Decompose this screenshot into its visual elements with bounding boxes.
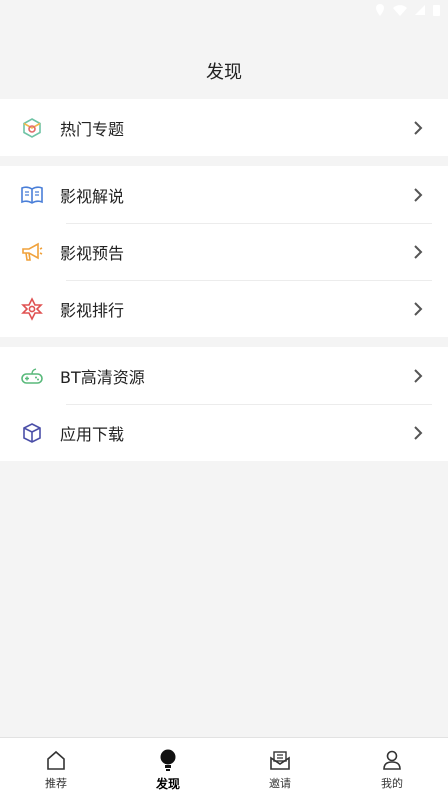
- chevron-right-icon: [406, 240, 430, 264]
- bulb-icon: [155, 747, 181, 773]
- tab-discover[interactable]: 发现: [112, 738, 224, 800]
- book-icon: [20, 183, 44, 207]
- menu-item-rankings[interactable]: 影视排行: [0, 280, 448, 337]
- menu-item-trailers[interactable]: 影视预告: [0, 223, 448, 280]
- wifi-icon: [393, 4, 407, 16]
- group-resources: BT高清资源 应用下载: [0, 347, 448, 461]
- battery-icon: [433, 5, 440, 16]
- tab-label: 我的: [381, 777, 403, 790]
- tab-label: 推荐: [45, 777, 67, 790]
- tab-label: 邀请: [269, 777, 291, 790]
- tab-me[interactable]: 我的: [336, 738, 448, 800]
- status-bar: [0, 0, 448, 24]
- group-video: 影视解说 影视预告 影视排行: [0, 166, 448, 337]
- tab-recommend[interactable]: 推荐: [0, 738, 112, 800]
- megaphone-icon: [20, 240, 44, 264]
- menu-item-app-download[interactable]: 应用下载: [0, 404, 448, 461]
- menu-item-bt-resources[interactable]: BT高清资源: [0, 347, 448, 404]
- star-ranking-icon: [20, 296, 44, 321]
- bottom-tab-bar: 推荐 发现 邀请 我的: [0, 737, 448, 800]
- chevron-right-icon: [406, 297, 430, 321]
- menu-item-label: 影视排行: [60, 300, 125, 320]
- tab-invite[interactable]: 邀请: [224, 738, 336, 800]
- envelope-icon: [267, 747, 293, 773]
- page-header: 发现: [0, 46, 448, 96]
- gamepad-icon: [20, 364, 44, 388]
- chevron-right-icon: [406, 116, 430, 140]
- user-icon: [379, 747, 405, 773]
- location-icon: [376, 4, 384, 16]
- topic-icon: [20, 116, 44, 140]
- box-icon: [20, 421, 44, 445]
- menu-item-label: 影视解说: [60, 186, 125, 206]
- home-icon: [43, 747, 69, 773]
- menu-item-commentary[interactable]: 影视解说: [0, 166, 448, 223]
- tab-label: 发现: [155, 776, 180, 791]
- menu-item-label: 热门专题: [60, 119, 125, 139]
- menu-item-label: 应用下载: [60, 424, 125, 444]
- chevron-right-icon: [406, 364, 430, 388]
- chevron-right-icon: [406, 421, 430, 445]
- menu-item-label: BT高清资源: [60, 367, 145, 387]
- signal-icon: [415, 5, 425, 15]
- chevron-right-icon: [406, 183, 430, 207]
- group-topics: 热门专题: [0, 99, 448, 156]
- menu-item-label: 影视预告: [60, 243, 125, 263]
- menu-item-hot-topics[interactable]: 热门专题: [0, 99, 448, 156]
- page-title: 发现: [206, 62, 242, 83]
